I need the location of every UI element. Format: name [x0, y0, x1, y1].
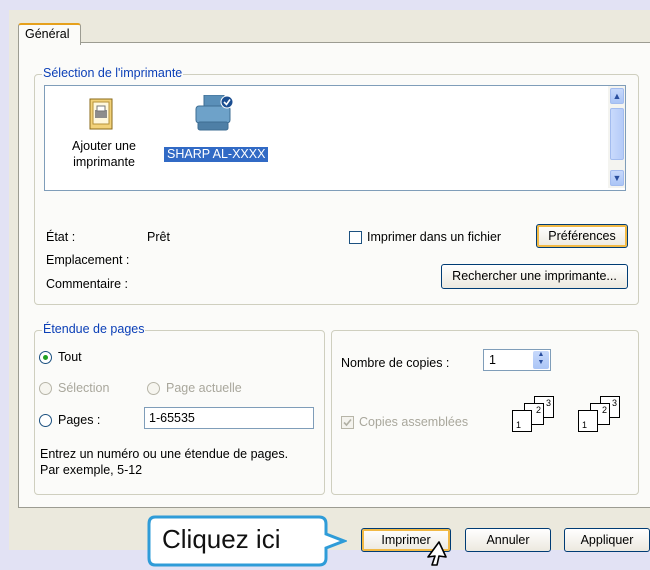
radio-selected-dot — [43, 355, 48, 360]
copies-label: Nombre de copies : — [341, 356, 450, 370]
scroll-thumb[interactable] — [610, 108, 624, 160]
scroll-up-icon[interactable]: ▲ — [610, 88, 624, 104]
radio-all[interactable] — [39, 351, 52, 364]
status-value: Prêt — [147, 230, 170, 244]
comment-label: Commentaire : — [46, 277, 128, 291]
page-range-hint-line2: Par exemple, 5-12 — [40, 463, 143, 477]
collate-label: Copies assemblées — [359, 415, 469, 429]
location-label: Emplacement : — [46, 253, 130, 267]
mouse-cursor-icon — [425, 541, 451, 566]
printer-list[interactable]: Ajouter une imprimante SHARP AL-XXXX ▲ ▼ — [44, 85, 626, 191]
page-range-hint: Entrez un numéro ou une étendue de pages… — [40, 446, 288, 478]
radio-selection-label: Sélection — [58, 381, 110, 395]
radio-selection[interactable] — [39, 382, 52, 395]
apply-button[interactable]: Appliquer — [564, 528, 650, 552]
list-scrollbar[interactable]: ▲ ▼ — [608, 86, 625, 188]
page-range-legend: Étendue de pages — [42, 322, 146, 336]
printer-selection-legend: Sélection de l'imprimante — [42, 66, 184, 80]
radio-pages-label: Pages : — [58, 413, 101, 427]
find-printer-button[interactable]: Rechercher une imprimante... — [441, 264, 628, 289]
add-printer-label-line2: imprimante — [73, 155, 135, 169]
cancel-button[interactable]: Annuler — [465, 528, 551, 552]
scroll-down-icon[interactable]: ▼ — [610, 170, 624, 186]
status-label: État : — [46, 230, 76, 244]
pages-input[interactable]: 1-65535 — [144, 407, 314, 429]
collate-pages-icon-1: 3 2 1 — [510, 396, 570, 436]
tab-general[interactable]: Général — [18, 23, 81, 45]
collate-checkbox[interactable] — [341, 416, 354, 429]
print-to-file-checkbox[interactable] — [349, 231, 362, 244]
callout-text: Cliquez ici — [162, 524, 281, 554]
radio-current-page[interactable] — [147, 382, 160, 395]
printer-icon — [190, 94, 236, 133]
copies-input[interactable]: 1 ▲ ▼ — [483, 349, 551, 371]
radio-all-label: Tout — [58, 350, 82, 364]
radio-pages[interactable] — [39, 414, 52, 427]
copies-value: 1 — [489, 353, 496, 367]
preferences-button[interactable]: Préférences — [536, 224, 628, 248]
print-to-file-label: Imprimer dans un fichier — [367, 230, 502, 244]
add-printer-icon — [88, 98, 116, 132]
list-item-add-printer[interactable]: Ajouter une imprimante — [59, 138, 149, 170]
page-range-hint-line1: Entrez un numéro ou une étendue de pages… — [40, 447, 289, 461]
tab-general-label: Général — [25, 27, 70, 41]
radio-current-page-label: Page actuelle — [166, 381, 242, 395]
collate-pages-icon-2: 3 2 1 — [576, 396, 636, 436]
add-printer-label-line1: Ajouter une — [72, 139, 136, 153]
list-item-sharp-printer[interactable]: SHARP AL-XXXX — [164, 147, 269, 162]
copies-spinner[interactable]: ▲ ▼ — [533, 351, 549, 369]
